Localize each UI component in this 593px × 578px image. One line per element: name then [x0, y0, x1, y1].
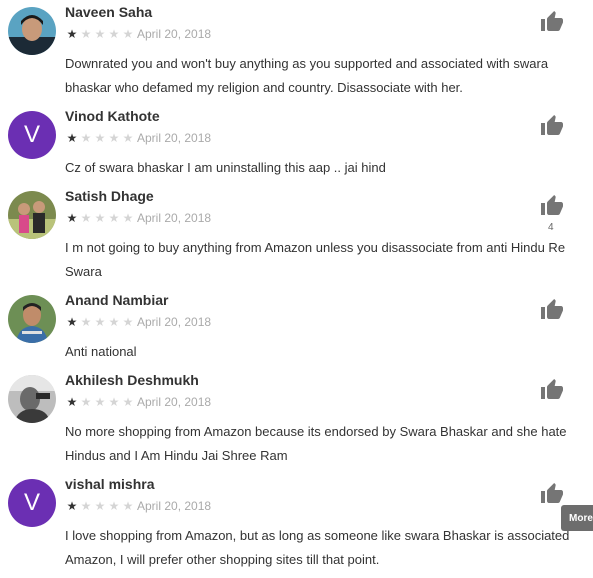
star-filled-icon: ★	[66, 315, 78, 329]
thumbs-up-icon	[541, 483, 563, 503]
user-photo-icon	[8, 7, 56, 55]
thumbs-up-icon	[541, 11, 563, 31]
reviewer-name[interactable]: Akhilesh Deshmukh	[65, 372, 199, 388]
review-date: April 20, 2018	[137, 27, 212, 41]
review-date: April 20, 2018	[137, 211, 212, 225]
avatar-letter: V	[23, 121, 40, 148]
avatar[interactable]	[8, 7, 56, 55]
star-rating: ★ ★ ★ ★ ★	[65, 315, 135, 329]
thumbs-up-icon	[541, 115, 563, 135]
star-empty-icon: ★	[108, 499, 120, 513]
reviewer-name[interactable]: Naveen Saha	[65, 4, 152, 20]
star-empty-icon: ★	[80, 315, 92, 329]
avatar[interactable]: V	[8, 479, 56, 527]
review-text-line: Swara	[65, 264, 102, 279]
review-item: V Vinod Kathote ★ ★ ★ ★ ★ April 20, 2018…	[0, 108, 593, 184]
star-empty-icon: ★	[122, 499, 134, 513]
star-empty-icon: ★	[122, 315, 134, 329]
review-item: Akhilesh Deshmukh ★ ★ ★ ★ ★ April 20, 20…	[0, 372, 593, 472]
star-empty-icon: ★	[94, 499, 106, 513]
thumbs-up-icon	[541, 299, 563, 319]
helpful-count: 4	[548, 222, 554, 233]
helpful-thumbs-up-button[interactable]	[539, 10, 565, 34]
review-text-line: Anti national	[65, 344, 137, 359]
star-empty-icon: ★	[94, 211, 106, 225]
review-text-line: Cz of swara bhaskar I am uninstalling th…	[65, 160, 386, 175]
review-text-line: Downrated you and won't buy anything as …	[65, 56, 549, 71]
review-text: No more shopping from Amazon because its…	[65, 420, 593, 468]
star-empty-icon: ★	[94, 395, 106, 409]
star-empty-icon: ★	[80, 395, 92, 409]
star-rating: ★ ★ ★ ★ ★	[65, 395, 135, 409]
review-date: April 20, 2018	[137, 131, 212, 145]
star-empty-icon: ★	[80, 27, 92, 41]
star-rating: ★ ★ ★ ★ ★	[65, 499, 135, 513]
helpful-thumbs-up-button[interactable]	[539, 194, 565, 218]
star-empty-icon: ★	[108, 211, 120, 225]
review-text-line: Amazon, I will prefer other shopping sit…	[65, 552, 380, 567]
review-date: April 20, 2018	[137, 499, 212, 513]
star-rating: ★ ★ ★ ★ ★	[65, 131, 135, 145]
review-date: April 20, 2018	[137, 395, 212, 409]
avatar[interactable]	[8, 295, 56, 343]
review-item: Satish Dhage ★ ★ ★ ★ ★ April 20, 2018 4 …	[0, 188, 593, 288]
star-empty-icon: ★	[94, 315, 106, 329]
star-empty-icon: ★	[122, 395, 134, 409]
star-filled-icon: ★	[66, 27, 78, 41]
helpful-thumbs-up-button[interactable]	[539, 298, 565, 322]
review-text-line: Hindus and I Am Hindu Jai Shree Ram	[65, 448, 288, 463]
star-filled-icon: ★	[66, 395, 78, 409]
more-button[interactable]: More	[561, 505, 593, 531]
reviewer-name[interactable]: Satish Dhage	[65, 188, 154, 204]
star-empty-icon: ★	[122, 27, 134, 41]
star-empty-icon: ★	[80, 499, 92, 513]
avatar[interactable]	[8, 191, 56, 239]
review-text: Downrated you and won't buy anything as …	[65, 52, 593, 100]
review-text-line: I m not going to buy anything from Amazo…	[65, 240, 566, 255]
star-empty-icon: ★	[108, 315, 120, 329]
star-empty-icon: ★	[108, 395, 120, 409]
avatar[interactable]	[8, 375, 56, 423]
review-item: Anand Nambiar ★ ★ ★ ★ ★ April 20, 2018 A…	[0, 292, 593, 368]
helpful-thumbs-up-button[interactable]	[539, 114, 565, 138]
star-filled-icon: ★	[66, 131, 78, 145]
user-photo-icon	[8, 375, 56, 423]
review-text: Cz of swara bhaskar I am uninstalling th…	[65, 156, 593, 180]
review-text: Anti national	[65, 340, 593, 364]
star-empty-icon: ★	[94, 27, 106, 41]
review-item: V vishal mishra ★ ★ ★ ★ ★ April 20, 2018…	[0, 476, 593, 578]
review-item: Naveen Saha ★ ★ ★ ★ ★ April 20, 2018 Dow…	[0, 4, 593, 104]
star-empty-icon: ★	[80, 131, 92, 145]
reviewer-name[interactable]: Vinod Kathote	[65, 108, 160, 124]
star-empty-icon: ★	[80, 211, 92, 225]
star-empty-icon: ★	[108, 27, 120, 41]
star-filled-icon: ★	[66, 499, 78, 513]
review-text-line: bhaskar who defamed my religion and coun…	[65, 80, 463, 95]
helpful-thumbs-up-button[interactable]	[539, 378, 565, 402]
reviewer-name[interactable]: vishal mishra	[65, 476, 155, 492]
avatar[interactable]: V	[8, 111, 56, 159]
thumbs-up-icon	[541, 379, 563, 399]
review-text: I m not going to buy anything from Amazo…	[65, 236, 593, 284]
star-filled-icon: ★	[66, 211, 78, 225]
star-empty-icon: ★	[108, 131, 120, 145]
star-empty-icon: ★	[94, 131, 106, 145]
avatar-letter: V	[23, 489, 40, 516]
review-text-line: I love shopping from Amazon, but as long…	[65, 528, 570, 543]
thumbs-up-icon	[541, 195, 563, 215]
helpful-thumbs-up-button[interactable]	[539, 482, 565, 506]
user-photo-icon	[8, 191, 56, 239]
user-photo-icon	[8, 295, 56, 343]
review-text-line: No more shopping from Amazon because its…	[65, 424, 567, 439]
star-empty-icon: ★	[122, 131, 134, 145]
star-rating: ★ ★ ★ ★ ★	[65, 211, 135, 225]
reviewer-name[interactable]: Anand Nambiar	[65, 292, 168, 308]
review-text: I love shopping from Amazon, but as long…	[65, 524, 593, 572]
star-empty-icon: ★	[122, 211, 134, 225]
star-rating: ★ ★ ★ ★ ★	[65, 27, 135, 41]
review-date: April 20, 2018	[137, 315, 212, 329]
